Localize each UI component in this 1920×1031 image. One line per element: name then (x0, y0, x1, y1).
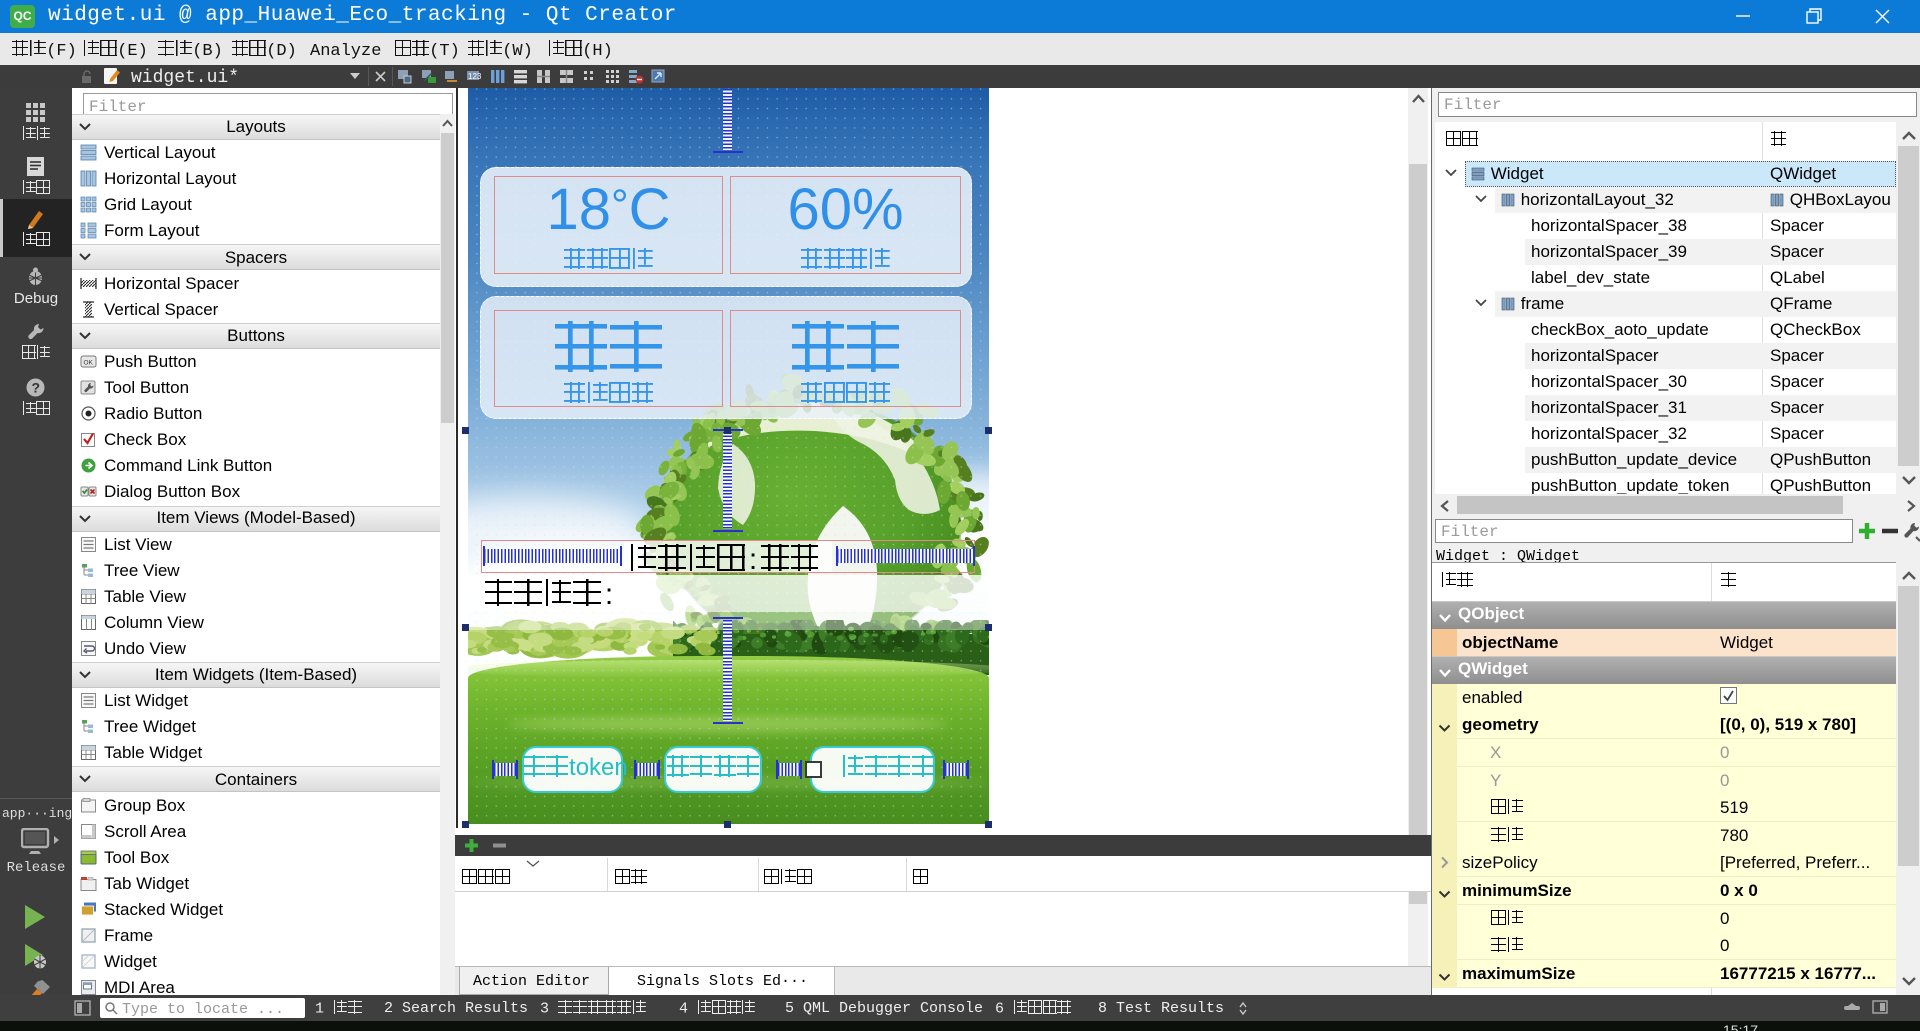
svg-text:123: 123 (468, 72, 482, 81)
svg-text:?: ? (32, 380, 41, 396)
svg-text:OK: OK (84, 360, 94, 367)
